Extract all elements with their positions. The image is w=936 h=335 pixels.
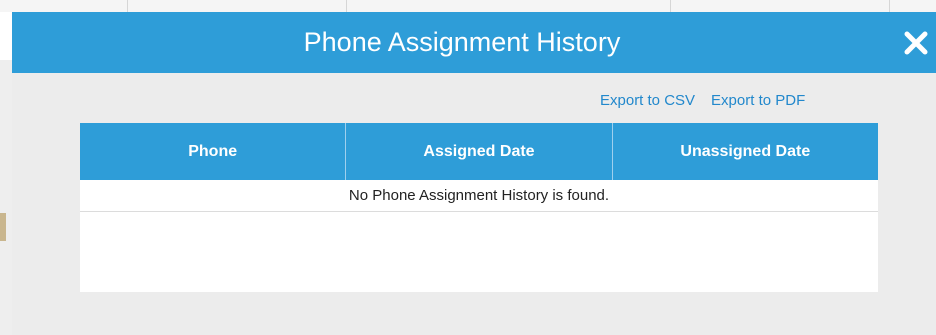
- dialog-title: Phone Assignment History: [303, 27, 621, 57]
- assignment-history-table: Phone Assigned Date Unassigned Date No P…: [80, 123, 878, 292]
- close-icon: [904, 31, 928, 54]
- column-header-assigned-date[interactable]: Assigned Date: [345, 123, 611, 180]
- background-page-strip: [0, 0, 936, 12]
- background-divider: [346, 0, 347, 12]
- column-header-unassigned-date[interactable]: Unassigned Date: [611, 123, 878, 180]
- column-header-phone[interactable]: Phone: [80, 123, 345, 180]
- background-divider: [670, 0, 671, 12]
- dialog-header: Phone Assignment History: [12, 12, 936, 73]
- close-button[interactable]: [896, 12, 936, 73]
- background-divider: [889, 0, 890, 12]
- phone-assignment-history-dialog: Phone Assignment History Export to CSV E…: [12, 12, 936, 335]
- export-csv-link[interactable]: Export to CSV: [600, 92, 695, 112]
- table-header-row: Phone Assigned Date Unassigned Date: [80, 123, 878, 180]
- empty-state-message: No Phone Assignment History is found.: [80, 180, 878, 212]
- background-page-edge: [0, 60, 12, 335]
- export-pdf-link[interactable]: Export to PDF: [711, 92, 805, 112]
- background-divider: [127, 0, 128, 12]
- background-accent: [0, 213, 6, 241]
- export-toolbar: Export to CSV Export to PDF: [600, 92, 805, 112]
